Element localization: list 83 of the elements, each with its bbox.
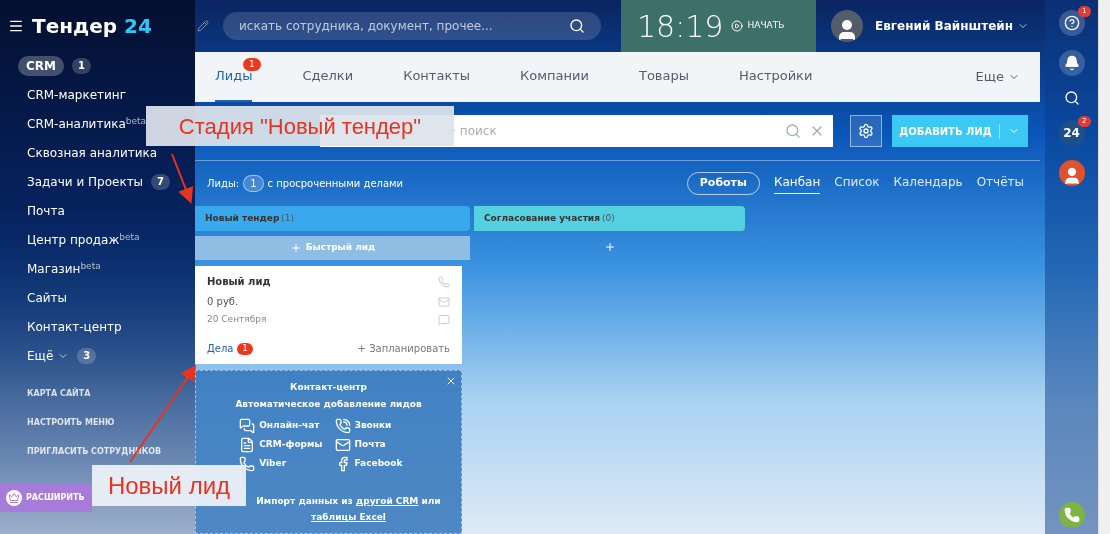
crown-icon	[6, 490, 22, 506]
lead-card[interactable]: Новый лид 0 руб. 20 Сентября Дела 1 + Запланировать	[195, 266, 462, 364]
card-date: 20 Сентября	[207, 313, 267, 326]
form-icon	[239, 437, 256, 453]
pencil-icon[interactable]	[197, 20, 209, 32]
channel-link[interactable]: Facebook	[354, 457, 403, 471]
view-tab[interactable]: Канбан	[773, 173, 821, 195]
sidebar-item[interactable]: CRM-аналитика$^{beta}$	[18, 115, 147, 133]
sidebar-link[interactable]: НАСТРОИТЬ МЕНЮ	[27, 417, 195, 429]
logo[interactable]: Тендер 24	[32, 11, 152, 41]
sidebar-item[interactable]: CRM	[18, 56, 64, 76]
channel-link[interactable]: Почта	[354, 438, 386, 452]
tab[interactable]: Контакты	[403, 52, 471, 102]
search-field[interactable]: искать сотрудника, документ, прочее...	[223, 12, 601, 40]
sidebar-item[interactable]: CRM-маркетинг	[18, 86, 126, 104]
import-text: Импорт данных из другой CRM или таблицы Excel	[255, 495, 442, 524]
play-icon	[731, 20, 744, 32]
channel-link[interactable]: Viber	[259, 457, 287, 471]
tab[interactable]: Сделки	[302, 52, 354, 102]
settings-button[interactable]	[850, 115, 882, 148]
close-icon[interactable]	[445, 375, 457, 387]
counter-badge: 1	[243, 175, 264, 193]
menu-icon[interactable]	[8, 18, 24, 34]
summary-text[interactable]: с просроченными делами	[267, 176, 404, 192]
activities-link[interactable]: Дела	[207, 341, 234, 356]
notification-badge: 1	[237, 342, 253, 355]
counter-badge: 1	[72, 58, 91, 74]
user-name[interactable]: Евгений Вайнштейн	[875, 17, 1013, 35]
column-header[interactable]: Согласование участия (0)	[474, 206, 745, 231]
sidebar-item[interactable]: Ещё	[18, 347, 54, 365]
notification-badge: 1	[243, 58, 261, 71]
card-title[interactable]: Новый лид	[207, 274, 271, 289]
clock-time: 18:19	[637, 7, 724, 46]
sidebar-item[interactable]: Сквозная аналитика	[18, 144, 158, 162]
counter-badge: 3	[77, 348, 97, 364]
annotation-label: Новый лид	[92, 465, 246, 506]
sidebar-item[interactable]: Магазин$^{beta}$	[18, 260, 101, 278]
bell-icon	[1063, 55, 1080, 71]
help-button[interactable]	[1058, 10, 1085, 36]
phone-bubble-icon	[239, 456, 256, 472]
tab[interactable]: Компании	[520, 52, 589, 102]
sidebar-item[interactable]: Задачи и Проекты	[18, 173, 144, 191]
sidebar-item[interactable]: Сайты	[18, 289, 67, 307]
view-tab[interactable]: Календарь	[893, 173, 963, 195]
mail-icon	[334, 437, 351, 453]
summary-label: Лиды:	[207, 177, 240, 192]
help-icon	[1063, 15, 1080, 31]
view-tab[interactable]: Отчёты	[976, 173, 1024, 195]
call-button[interactable]	[1058, 502, 1085, 528]
contact-center-title: Контакт-центр	[290, 381, 367, 394]
upgrade-button[interactable]: РАСШИРИТЬ	[0, 484, 92, 512]
import-link[interactable]: другой CRM	[355, 496, 419, 506]
plus-icon	[289, 242, 302, 254]
phone-icon	[334, 418, 351, 434]
gear-icon	[858, 123, 874, 140]
tab[interactable]: Товары	[638, 52, 689, 102]
schedule-link[interactable]: + Запланировать	[357, 341, 450, 356]
card-amount: 0 руб.	[207, 295, 239, 309]
sidebar-item[interactable]: Контакт-центр	[18, 318, 122, 336]
search-icon[interactable]	[569, 18, 585, 34]
channel-link[interactable]: Онлайн-чат	[259, 419, 320, 433]
search-icon[interactable]	[1063, 90, 1080, 106]
more-tab[interactable]: Еще	[975, 52, 1020, 102]
view-tab[interactable]: Список	[834, 173, 880, 195]
start-button[interactable]: НАЧАТЬ	[731, 19, 785, 33]
annotation-arrow	[171, 153, 194, 204]
channel-link[interactable]: Звонки	[354, 419, 392, 433]
counter-badge: 7	[151, 174, 171, 190]
sidebar-item[interactable]: Почта	[18, 202, 65, 220]
avatar[interactable]	[1058, 160, 1085, 186]
contact-center-subtitle: Автоматическое добавление лидов	[235, 397, 422, 411]
sidebar-item[interactable]: Центр продаж$^{beta}$	[18, 231, 140, 249]
sidebar-link[interactable]: КАРТА САЙТА	[27, 388, 195, 400]
chat-icon	[239, 418, 256, 434]
import-link[interactable]: таблицы Excel	[311, 512, 386, 522]
add-icon[interactable]	[603, 241, 616, 253]
notifications-button[interactable]	[1058, 50, 1085, 76]
column-header[interactable]: Новый тендер (1)	[195, 206, 470, 231]
channel-link[interactable]: CRM-формы	[259, 438, 323, 452]
scrollbar[interactable]	[1098, 0, 1110, 534]
phone-icon	[1063, 507, 1080, 523]
tab[interactable]: Настройки	[739, 52, 813, 102]
avatar[interactable]	[831, 10, 863, 42]
